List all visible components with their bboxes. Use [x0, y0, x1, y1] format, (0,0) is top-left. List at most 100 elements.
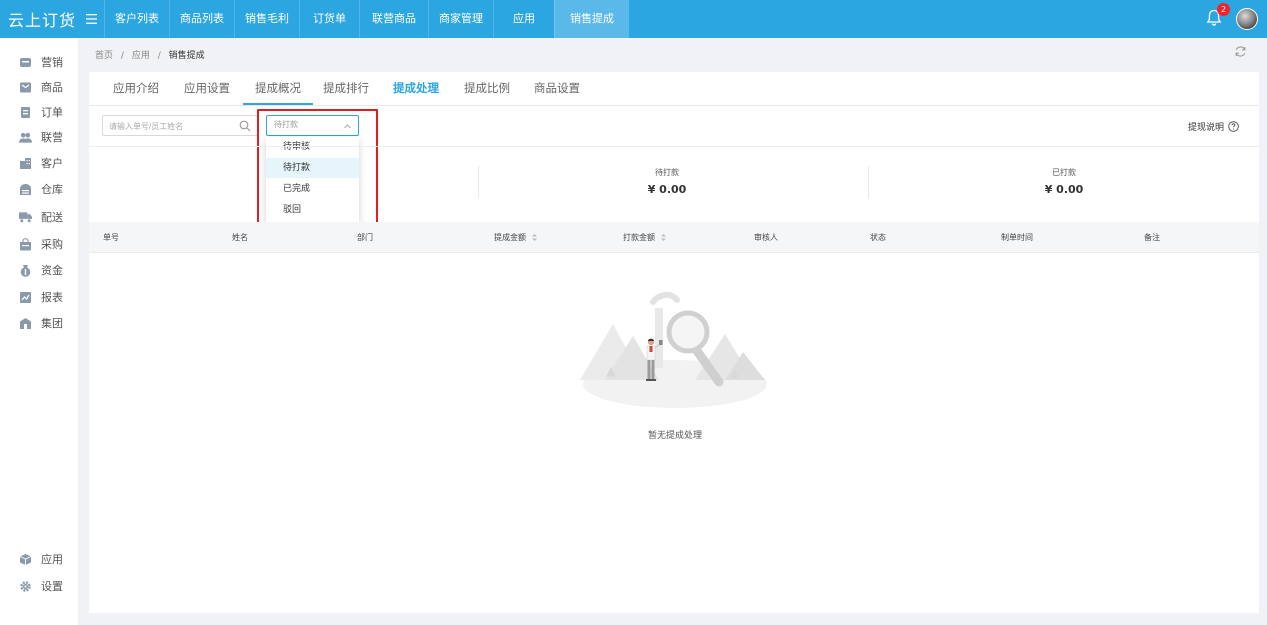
tab-app-intro[interactable]: 应用介绍 [113, 72, 159, 105]
column-label: 提成金额 [494, 233, 526, 242]
topnav-purchase-order[interactable]: 订货单 [299, 0, 359, 38]
sidebar-item-customer[interactable]: 客户 [0, 152, 78, 174]
topnav-sales-commission[interactable]: 销售提成 [554, 0, 629, 38]
stat-label: 待打款 [655, 168, 679, 177]
notification-badge: 2 [1217, 3, 1230, 16]
top-nav: 客户列表 商品列表 销售毛利 订货单 联营商品 商家管理 应用 销售提成 [104, 0, 629, 38]
sidebar-item-label: 采购 [41, 238, 63, 251]
refresh-icon[interactable] [1234, 45, 1247, 58]
funds-icon [19, 264, 32, 277]
stat-pending-payment: 待打款 ¥ 0.00 [597, 166, 737, 196]
app-logo[interactable]: 云上订货 [0, 7, 78, 31]
avatar[interactable] [1236, 8, 1258, 30]
marketing-icon [19, 56, 32, 69]
sidebar-item-label: 联营 [41, 131, 63, 144]
status-option-completed[interactable]: 已完成 [266, 179, 359, 199]
sidebar-item-settings[interactable]: 设置 [0, 575, 78, 597]
withdraw-help-label: 提现说明 [1188, 123, 1225, 133]
empty-state-text: 暂无提成处理 [647, 431, 702, 441]
apps-icon [19, 553, 32, 566]
group-icon [19, 317, 32, 330]
chevron-up-icon [344, 124, 351, 129]
stat-paid: 已打款 ¥ 0.00 [994, 166, 1134, 196]
stat-label: 已打款 [1052, 168, 1076, 177]
sidebar-item-group[interactable]: 集团 [0, 312, 78, 334]
column-status: 状态 [870, 233, 886, 242]
sidebar-item-label: 应用 [41, 553, 63, 566]
help-icon [1228, 121, 1239, 132]
sidebar-item-marketing[interactable]: 营销 [0, 51, 78, 73]
tab-commission-overview[interactable]: 提成概况 [243, 72, 313, 105]
stats-separator [868, 166, 869, 198]
notification-button[interactable]: 2 [1206, 3, 1230, 29]
sidebar-item-orders[interactable]: 订单 [0, 101, 78, 123]
sidebar: 营销 商品 订单 联营 客户 仓库 配送 采购 资金 报表 集团 应用 设置 [0, 38, 78, 625]
column-commission-amount[interactable]: 提成金额 [494, 222, 538, 253]
status-option-pending-review[interactable]: 待审核 [266, 137, 359, 157]
breadcrumb: 首页 / 应用 / 销售提成 [95, 48, 205, 61]
tab-commission-ranking[interactable]: 提成排行 [323, 72, 369, 105]
empty-state-illustration [580, 292, 767, 408]
order-icon [19, 106, 32, 119]
status-dropdown: 待审核 待打款 已完成 驳回 [266, 137, 359, 225]
tab-commission-ratio[interactable]: 提成比例 [464, 72, 510, 105]
status-option-pending-payment[interactable]: 待打款 [266, 158, 359, 178]
sidebar-item-partner[interactable]: 联营 [0, 126, 78, 148]
column-payout-amount[interactable]: 打款金额 [623, 222, 667, 253]
column-department: 部门 [357, 233, 373, 242]
sidebar-item-warehouse[interactable]: 仓库 [0, 178, 78, 200]
warehouse-icon [19, 183, 32, 196]
tab-product-settings[interactable]: 商品设置 [534, 72, 580, 105]
topnav-merchant-management[interactable]: 商家管理 [428, 0, 493, 38]
stats-separator [478, 166, 479, 198]
breadcrumb-home[interactable]: 首页 [95, 51, 113, 61]
stat-value: ¥ 0.00 [647, 183, 687, 196]
status-select[interactable]: 待打款 [266, 115, 359, 136]
sidebar-item-label: 报表 [41, 291, 63, 304]
sidebar-item-apps[interactable]: 应用 [0, 548, 78, 570]
column-created-time: 制单时间 [1001, 233, 1033, 242]
column-name: 姓名 [232, 233, 248, 242]
breadcrumb-current: 销售提成 [168, 51, 205, 61]
topnav-sales-margin[interactable]: 销售毛利 [234, 0, 299, 38]
tab-bar: 应用介绍 应用设置 提成概况 提成排行 提成处理 提成比例 商品设置 [89, 72, 1259, 106]
sidebar-item-label: 资金 [41, 264, 63, 277]
sort-icon[interactable] [660, 233, 667, 242]
goods-icon [19, 81, 32, 94]
sidebar-item-label: 集团 [41, 317, 63, 330]
partner-icon [19, 131, 32, 144]
topnav-apps[interactable]: 应用 [493, 0, 554, 38]
breadcrumb-separator: / [157, 51, 161, 61]
customer-icon [19, 157, 32, 170]
sort-icon[interactable] [531, 233, 538, 242]
delivery-icon [19, 211, 32, 224]
sidebar-item-funds[interactable]: 资金 [0, 259, 78, 281]
sidebar-item-report[interactable]: 报表 [0, 286, 78, 308]
sidebar-item-purchase[interactable]: 采购 [0, 233, 78, 255]
sidebar-item-delivery[interactable]: 配送 [0, 206, 78, 228]
search-input[interactable] [109, 119, 229, 133]
divider [89, 146, 1259, 147]
breadcrumb-app[interactable]: 应用 [132, 51, 150, 61]
sidebar-item-label: 客户 [41, 157, 63, 170]
tab-app-settings[interactable]: 应用设置 [184, 72, 230, 105]
topnav-product-list[interactable]: 商品列表 [169, 0, 234, 38]
menu-toggle-icon[interactable] [78, 0, 104, 38]
search-icon[interactable] [239, 120, 251, 132]
tab-commission-processing[interactable]: 提成处理 [393, 72, 439, 105]
breadcrumb-separator: / [120, 51, 124, 61]
column-label: 打款金额 [623, 233, 655, 242]
withdraw-help-link[interactable]: 提现说明 [1188, 120, 1239, 133]
search-box [102, 115, 258, 136]
purchase-icon [19, 237, 32, 251]
topnav-joint-products[interactable]: 联营商品 [359, 0, 428, 38]
status-option-rejected[interactable]: 驳回 [266, 200, 359, 220]
sidebar-item-goods[interactable]: 商品 [0, 76, 78, 98]
table-header: 单号 姓名 部门 提成金额 打款金额 审核人 状态 制单时间 备注 [89, 222, 1259, 253]
topnav-customer-list[interactable]: 客户列表 [104, 0, 169, 38]
stat-value: ¥ 0.00 [1044, 183, 1084, 196]
sidebar-item-label: 营销 [41, 56, 63, 69]
sidebar-item-label: 商品 [41, 81, 63, 94]
sidebar-item-label: 仓库 [41, 183, 63, 196]
settings-icon [19, 580, 32, 593]
